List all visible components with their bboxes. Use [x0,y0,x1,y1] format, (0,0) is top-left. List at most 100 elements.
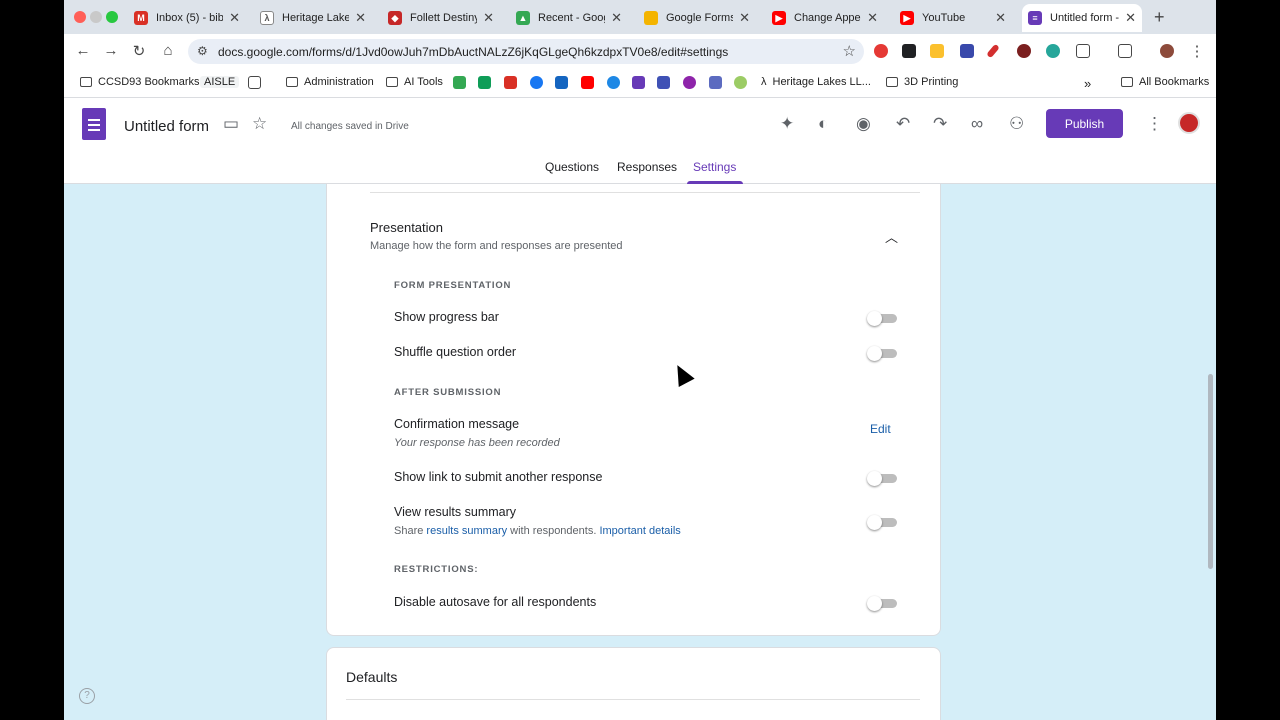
reload-icon[interactable]: ↻ [130,42,148,60]
bookmark-ccsd[interactable]: CCSD93 Bookmarks [80,76,199,88]
people-icon[interactable] [709,76,722,89]
menu-dots-icon[interactable]: ⋮ [1188,42,1206,60]
bookmark-icon[interactable] [607,76,620,89]
close-tab-icon[interactable]: ✕ [867,10,878,26]
layers-icon[interactable] [632,76,645,89]
results-summary-toggle[interactable] [867,515,899,530]
adblock-icon[interactable] [874,44,888,58]
browser-tab-active[interactable]: ≡ Untitled form - ✕ [1022,4,1142,32]
bookmark-label: AISLE [204,76,236,88]
bookmark-icon[interactable] [683,76,696,89]
tab-settings[interactable]: Settings [693,160,736,174]
extension-icon[interactable] [1046,44,1060,58]
close-tab-icon[interactable]: ✕ [1125,10,1136,26]
bookmark-icon[interactable] [555,76,568,89]
redo-icon[interactable]: ↷ [933,114,947,134]
bookmark-aisle[interactable]: AISLE [200,76,240,88]
apps-grid-icon[interactable] [248,76,261,89]
drive-icon[interactable] [453,76,466,89]
more-bookmarks-icon[interactable]: » [1084,76,1091,91]
browser-tab[interactable]: ▲ Recent - Google ✕ [510,4,628,32]
bookmark-ai-tools[interactable]: AI Tools [386,76,443,88]
browser-tab[interactable]: Google Forms - ✕ [638,4,756,32]
star-icon[interactable]: ☆ [252,114,267,134]
scrollbar[interactable] [1208,374,1213,569]
more-options-icon[interactable]: ⋮ [1146,114,1163,134]
back-icon[interactable]: ← [74,42,92,59]
bookmark-label: 3D Printing [904,76,959,88]
close-window-button[interactable] [74,11,86,23]
minimize-window-button[interactable] [90,11,102,23]
bookmark-3d-printing[interactable]: 3D Printing [886,76,958,88]
tab-responses[interactable]: Responses [617,160,677,174]
forms-icon: ≡ [1028,11,1042,25]
maximize-window-button[interactable] [106,11,118,23]
browser-tab[interactable]: ▶ YouTube ✕ [894,4,1012,32]
bookmark-heritage[interactable]: λ Heritage Lakes LL... [761,76,871,88]
close-tab-icon[interactable]: ✕ [739,10,750,26]
submit-another-toggle[interactable] [867,471,899,486]
close-tab-icon[interactable]: ✕ [355,10,366,26]
home-icon[interactable]: ⌂ [159,42,177,59]
close-tab-icon[interactable]: ✕ [229,10,240,26]
tab-questions[interactable]: Questions [545,160,599,174]
forms-logo-icon[interactable] [82,108,106,140]
bookmark-star-icon[interactable]: ☆ [843,42,856,60]
slj-icon[interactable] [657,76,670,89]
chevron-up-icon[interactable]: ︿ [885,227,898,246]
close-tab-icon[interactable]: ✕ [611,10,622,26]
forward-icon[interactable]: → [102,42,120,59]
after-submission-heading: AFTER SUBMISSION [394,387,502,398]
form-title[interactable]: Untitled form [124,118,209,135]
results-summary-link[interactable]: results summary [426,525,507,537]
browser-tab[interactable]: ◆ Follett Destiny ✕ [382,4,500,32]
edit-confirmation-button[interactable]: Edit [870,422,891,436]
preview-eye-icon[interactable]: ◉ [856,114,871,134]
facebook-icon[interactable] [530,76,543,89]
browser-tab[interactable]: M Inbox (5) - bible ✕ [128,4,246,32]
extension-icon[interactable] [930,44,944,58]
help-icon[interactable]: ? [79,688,95,704]
close-tab-icon[interactable]: ✕ [483,10,494,26]
browser-tab[interactable]: λ Heritage Lakes ✕ [254,4,372,32]
extension-icon[interactable] [1017,44,1031,58]
browser-tab[interactable]: ▶ Change Appear ✕ [766,4,884,32]
bookmark-label: CCSD93 Bookmarks [98,76,200,88]
pen-extension-icon[interactable] [986,43,1000,59]
tab-search-icon[interactable] [1118,44,1132,58]
address-bar[interactable]: ⚙ docs.google.com/forms/d/1Jvd0owJuh7mDb… [188,39,864,64]
classroom-icon[interactable] [478,76,491,89]
extension-icon[interactable] [902,44,916,58]
drive-icon: ▲ [516,11,530,25]
bookmark-label: AI Tools [404,76,443,88]
link-icon[interactable]: ∞ [971,114,983,134]
bookmark-icon[interactable] [734,76,747,89]
forms-header: Untitled form ▭ ☆ All changes saved in D… [64,98,1216,184]
bookmark-all[interactable]: All Bookmarks [1121,76,1209,88]
addons-icon[interactable]: ✦ [780,114,794,134]
undo-icon[interactable]: ↶ [896,114,910,134]
important-details-link[interactable]: Important details [599,525,680,537]
new-tab-button[interactable]: + [1154,7,1165,28]
extension-icon[interactable] [960,44,974,58]
move-to-folder-icon[interactable]: ▭ [223,114,239,134]
bookmark-administration[interactable]: Administration [286,76,374,88]
avatar[interactable] [1178,112,1200,134]
share-suffix: with respondents. [510,525,597,537]
publish-button[interactable]: Publish [1046,109,1123,138]
puzzle-icon[interactable] [1076,44,1090,58]
section-title[interactable]: Presentation [370,220,443,235]
youtube-icon[interactable] [581,76,594,89]
slides-icon [644,11,658,25]
bookmark-label: Heritage Lakes LL... [772,76,871,88]
add-collaborator-icon[interactable]: ⚇ [1009,114,1024,134]
autosave-toggle[interactable] [867,596,899,611]
shuffle-toggle[interactable] [867,346,899,361]
palette-icon[interactable]: ◐ [818,114,828,134]
site-info-icon[interactable]: ⚙ [197,44,208,58]
defaults-title[interactable]: Defaults [346,669,397,685]
gmail-icon[interactable] [504,76,517,89]
close-tab-icon[interactable]: ✕ [995,10,1006,26]
profile-avatar[interactable] [1160,44,1174,58]
progress-bar-toggle[interactable] [867,311,899,326]
